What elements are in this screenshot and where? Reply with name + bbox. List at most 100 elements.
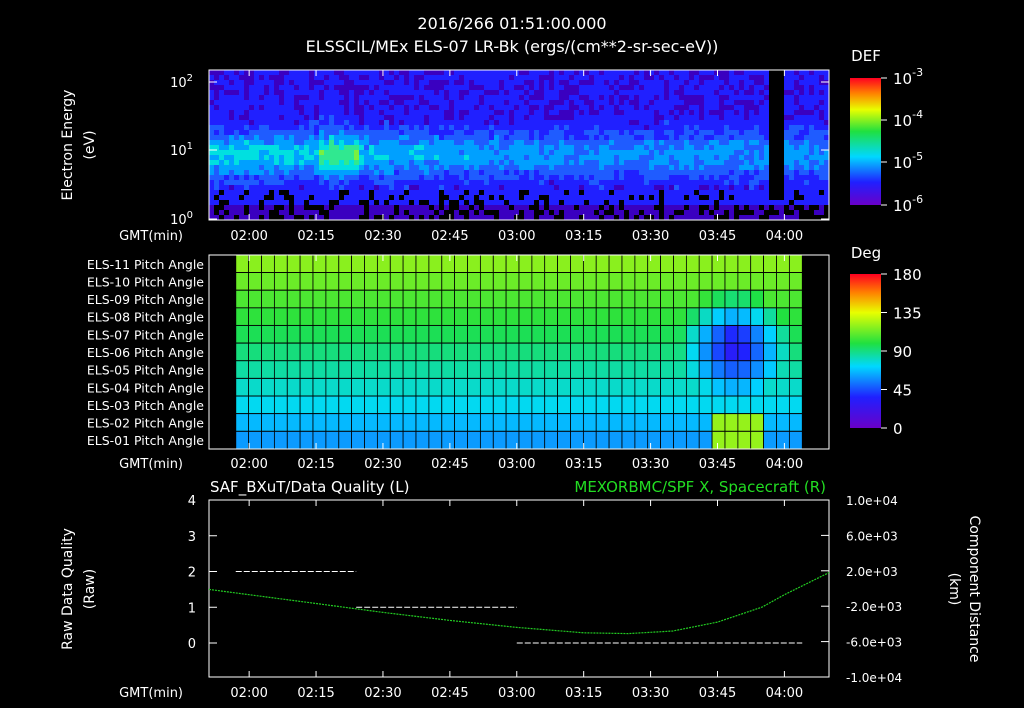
spectrogram-cell [529,140,535,146]
spectrogram-cell [424,135,430,141]
spectrogram-cell [294,120,300,126]
pitch-cell [544,360,558,379]
spectrogram-cell [369,125,375,131]
spectrogram-cell [469,200,475,206]
spectrogram-cell [584,170,590,176]
pitch-cell [299,342,314,362]
spectrogram-cell [649,90,655,96]
spectrogram-cell [299,170,305,176]
spectrogram-cell [744,205,750,211]
spectrogram-cell [334,205,340,211]
spectrogram-cell [814,170,820,176]
spectrogram-cell [754,190,760,196]
spectrogram-cell [329,135,335,141]
spectrogram-cell [689,155,695,161]
spectrogram-cell [629,210,635,216]
spectrogram-cell [504,90,510,96]
spectrogram-cell [514,175,520,181]
spectrogram-cell [739,165,745,171]
spectrogram-cell [429,115,435,121]
spectrogram-cell [524,150,530,156]
spectrogram-cell [309,135,315,141]
spectrogram-cell [474,85,480,91]
spectrogram-cell [469,80,475,86]
spectrogram-cell [524,160,530,166]
spectrogram-cell [729,95,735,101]
spectrogram-cell [509,175,515,181]
spectrogram-cell [649,95,655,101]
spectrogram-cell [404,130,410,136]
spectrogram-cell [359,165,365,171]
spectrogram-cell [724,115,730,121]
spectrogram-cell [429,170,435,176]
spectrogram-cell [529,110,535,116]
pitch-cell [763,360,777,379]
spectrogram-cell [279,80,285,86]
spectrogram-cell [449,185,455,191]
spectrogram-cell [484,155,490,161]
spectrogram-cell [794,90,800,96]
spectrogram-cell [649,105,655,111]
spectrogram-cell [234,205,240,211]
spectrogram-cell [739,90,745,96]
spectrogram-cell [589,185,595,191]
pitch-cell [531,325,546,344]
spectrogram-cell [234,120,240,126]
spectrogram-cell [224,155,230,161]
pitch-cell [595,325,610,344]
spectrogram-cell [329,195,335,201]
spectrogram-cell [539,155,545,161]
spectrogram-cell [439,155,445,161]
spectrogram-cell [579,115,585,121]
pitch-cell [338,342,353,362]
spectrogram-cell [709,160,715,166]
spectrogram-cell [439,100,445,106]
spectrogram-cell [569,180,575,186]
spectrogram-cell [329,175,335,181]
spectrogram-cell [414,195,420,201]
pitch-cell [634,272,649,291]
spectrogram-cell [259,110,265,116]
spectrogram-cell [269,185,275,191]
pitch-cell [737,430,752,450]
spectrogram-cell [774,85,780,91]
spectrogram-cell [664,105,670,111]
spectrogram-cell [749,190,755,196]
spectrogram-cell [499,105,505,111]
spectrogram-cell [804,165,810,171]
spectrogram-cell [544,130,550,136]
spectrogram-cell [424,200,430,206]
spectrogram-cell [364,130,370,136]
spectrogram-cell [489,95,495,101]
spectrogram-cell [674,95,680,101]
spectrogram-cell [519,70,525,76]
spectrogram-cell [409,185,415,191]
spectrogram-cell [719,150,725,156]
pitch-cell [698,289,713,309]
spectrogram-cell [799,210,805,216]
spectrogram-cell [769,120,775,126]
pitch-cell [776,272,790,291]
spectrogram-cell [759,90,765,96]
spectrogram-cell [499,130,505,136]
pitch-cell [415,413,430,432]
spectrogram-cell [234,110,240,116]
spectrogram-cell [429,135,435,141]
pitch-cell [286,342,301,362]
spectrogram-cell [284,150,290,156]
spectrogram-cell [284,140,290,146]
spectrogram-cell [219,180,225,186]
spectrogram-cell [459,95,465,101]
spectrogram-cell [439,90,445,96]
spectrogram-cell [444,155,450,161]
spectrogram-cell [759,125,765,131]
spectrogram-cell [209,180,215,186]
pitch-cell [660,325,674,344]
pitch-cell [634,430,649,450]
spectrogram-cell [214,150,220,156]
spectrogram-cell [419,115,425,121]
spectrogram-cell [684,125,690,131]
spectrogram-cell [349,75,355,81]
spectrogram-cell [384,90,390,96]
pitch-cell [570,272,584,291]
